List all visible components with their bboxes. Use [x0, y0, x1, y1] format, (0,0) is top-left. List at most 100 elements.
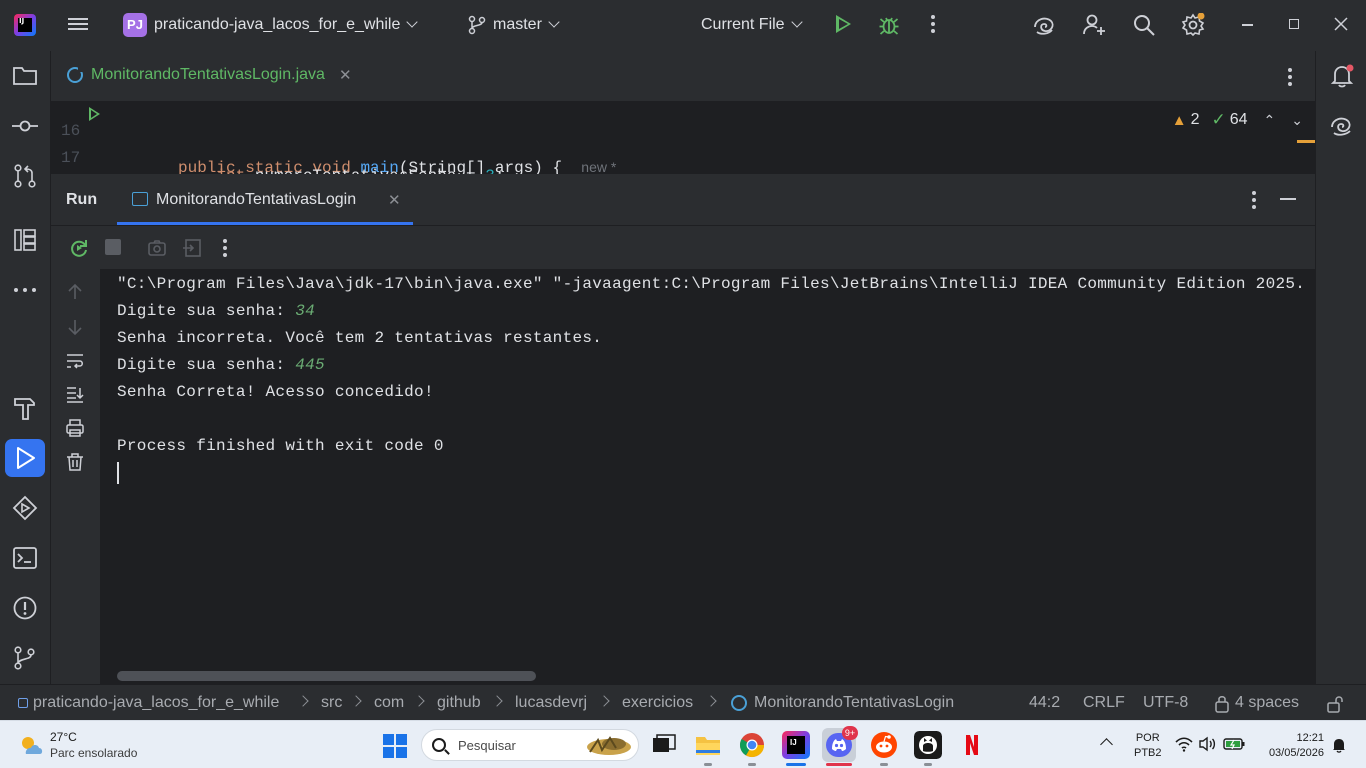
active-tab-indicator — [117, 222, 413, 225]
search-placeholder: Pesquisar — [458, 738, 516, 753]
scroll-to-end-icon[interactable] — [66, 385, 84, 403]
ai-chat-icon[interactable] — [1329, 113, 1355, 139]
window-close-button[interactable] — [1334, 17, 1348, 31]
intellij-taskbar-icon[interactable]: IJ — [782, 731, 810, 759]
settings-gear-icon[interactable] — [1181, 13, 1205, 37]
code-line: 17 int numeroTentativasSenha = 3; — [51, 131, 1315, 174]
run-tool-icon[interactable] — [12, 445, 38, 471]
screenshot-camera-icon[interactable] — [147, 238, 167, 258]
hide-panel-button[interactable] — [1280, 198, 1296, 200]
notification-center-icon[interactable] — [1331, 737, 1347, 753]
inspection-widget[interactable]: ▲ 2 ✓ 64 ⌃ ⌄ — [1172, 110, 1303, 130]
console-line: Digite sua senha: 34 — [117, 302, 315, 320]
horizontal-scrollbar[interactable] — [117, 671, 536, 681]
project-folder-icon[interactable] — [12, 63, 38, 89]
input-language-indicator[interactable]: POR PTB2 — [1134, 731, 1162, 761]
line-separator[interactable]: CRLF — [1083, 694, 1125, 712]
console-icon — [132, 192, 148, 206]
debug-bug-icon[interactable] — [878, 14, 900, 36]
breadcrumb-project[interactable]: praticando-java_lacos_for_e_while — [33, 694, 279, 712]
indent-setting[interactable]: 4 spaces — [1235, 694, 1299, 712]
gutter-run-icon[interactable] — [89, 107, 100, 121]
scroll-up-arrow-icon[interactable] — [66, 283, 84, 301]
window-minimize-button[interactable] — [1242, 24, 1253, 26]
run-panel-more-icon[interactable] — [1252, 191, 1256, 212]
add-user-icon[interactable] — [1082, 13, 1106, 37]
warning-scroll-marker[interactable] — [1297, 140, 1315, 143]
github-desktop-icon[interactable] — [914, 731, 942, 759]
editor-tab-file[interactable]: MonitorandoTentativasLogin.java ✕ — [67, 65, 352, 84]
commit-icon[interactable] — [12, 113, 38, 139]
wifi-icon[interactable] — [1175, 736, 1193, 752]
window-maximize-button[interactable] — [1289, 19, 1299, 29]
netflix-icon[interactable] — [958, 731, 986, 759]
intellij-logo-icon[interactable]: IJ — [14, 14, 36, 36]
console-line: Senha Correta! Acesso concedido! — [117, 383, 434, 401]
branch-selector[interactable]: master — [493, 16, 560, 34]
more-actions-icon[interactable] — [931, 15, 935, 36]
reddit-icon[interactable] — [870, 731, 898, 759]
close-tab-icon[interactable]: ✕ — [339, 66, 352, 84]
battery-charging-icon[interactable] — [1223, 737, 1245, 751]
pull-requests-icon[interactable] — [12, 163, 38, 189]
ok-count: 64 — [1229, 111, 1248, 128]
discord-taskbar-button[interactable]: 9+ — [822, 726, 858, 762]
terminal-icon[interactable] — [12, 545, 38, 571]
chrome-icon[interactable] — [738, 731, 766, 759]
console-output[interactable]: "C:\Program Files\Java\jdk-17\bin\java.e… — [100, 269, 1315, 684]
taskbar-search[interactable]: Pesquisar — [421, 729, 639, 761]
soft-wrap-icon[interactable] — [66, 352, 84, 370]
breadcrumb-class[interactable]: MonitorandoTentativasLogin — [754, 694, 954, 712]
run-config-label: Current File — [701, 16, 785, 33]
show-hidden-icons[interactable] — [1100, 738, 1113, 751]
app-attention-indicator — [826, 763, 852, 766]
restore-layout-icon[interactable] — [182, 238, 202, 258]
scroll-down-arrow-icon[interactable] — [66, 318, 84, 336]
structure-icon[interactable] — [12, 227, 38, 253]
project-badge[interactable]: PJ — [123, 13, 147, 37]
more-tools-icon[interactable] — [12, 277, 38, 303]
git-branch-icon[interactable] — [468, 15, 486, 35]
breadcrumb-exercicios[interactable]: exercicios — [622, 694, 693, 712]
next-highlight-icon[interactable]: ⌄ — [1291, 112, 1303, 129]
run-toolbar-more-icon[interactable] — [223, 239, 227, 260]
notifications-bell-icon[interactable] — [1329, 63, 1355, 89]
windows-start-icon[interactable] — [383, 734, 407, 758]
code-editor[interactable]: 16 public static void main(String[] args… — [51, 102, 1315, 174]
breadcrumb-src[interactable]: src — [321, 694, 342, 712]
app-running-indicator — [704, 763, 712, 766]
app-running-indicator — [924, 763, 932, 766]
print-icon[interactable] — [66, 419, 84, 437]
system-clock[interactable]: 12:21 03/05/2026 — [1254, 731, 1324, 761]
build-hammer-icon[interactable] — [12, 395, 38, 421]
task-view-icon[interactable] — [650, 731, 678, 759]
previous-highlight-icon[interactable]: ⌃ — [1264, 112, 1276, 129]
ai-assistant-icon[interactable] — [1032, 13, 1056, 37]
caret-position[interactable]: 44:2 — [1029, 694, 1060, 712]
lock-open-icon[interactable] — [1326, 695, 1344, 713]
run-icon[interactable] — [836, 15, 851, 33]
project-selector[interactable]: praticando-java_lacos_for_e_while — [154, 16, 419, 34]
run-config-selector[interactable]: Current File — [701, 16, 803, 34]
services-icon[interactable] — [12, 495, 38, 521]
stop-icon[interactable] — [105, 239, 121, 255]
main-menu-icon[interactable] — [68, 15, 88, 35]
weather-partly-sunny-icon[interactable] — [18, 734, 44, 756]
git-icon[interactable] — [12, 645, 38, 671]
file-encoding[interactable]: UTF-8 — [1143, 694, 1188, 712]
search-icon[interactable] — [1132, 13, 1156, 37]
rerun-icon[interactable] — [69, 238, 89, 258]
clock-date: 03/05/2026 — [1268, 747, 1324, 759]
file-explorer-icon[interactable] — [694, 731, 722, 759]
breadcrumb-github[interactable]: github — [437, 694, 481, 712]
breadcrumb-com[interactable]: com — [374, 694, 404, 712]
breadcrumb-separator-icon — [598, 695, 610, 707]
problems-icon[interactable] — [12, 595, 38, 621]
close-run-tab-icon[interactable]: ✕ — [388, 191, 401, 209]
breadcrumb-lucasdevrj[interactable]: lucasdevrj — [515, 694, 587, 712]
app-running-indicator — [880, 763, 888, 766]
clear-trash-icon[interactable] — [66, 453, 84, 471]
run-tab-monitorando[interactable]: MonitorandoTentativasLogin ✕ — [117, 174, 413, 226]
volume-icon[interactable] — [1199, 736, 1217, 752]
editor-tabs-more-icon[interactable] — [1288, 68, 1292, 89]
